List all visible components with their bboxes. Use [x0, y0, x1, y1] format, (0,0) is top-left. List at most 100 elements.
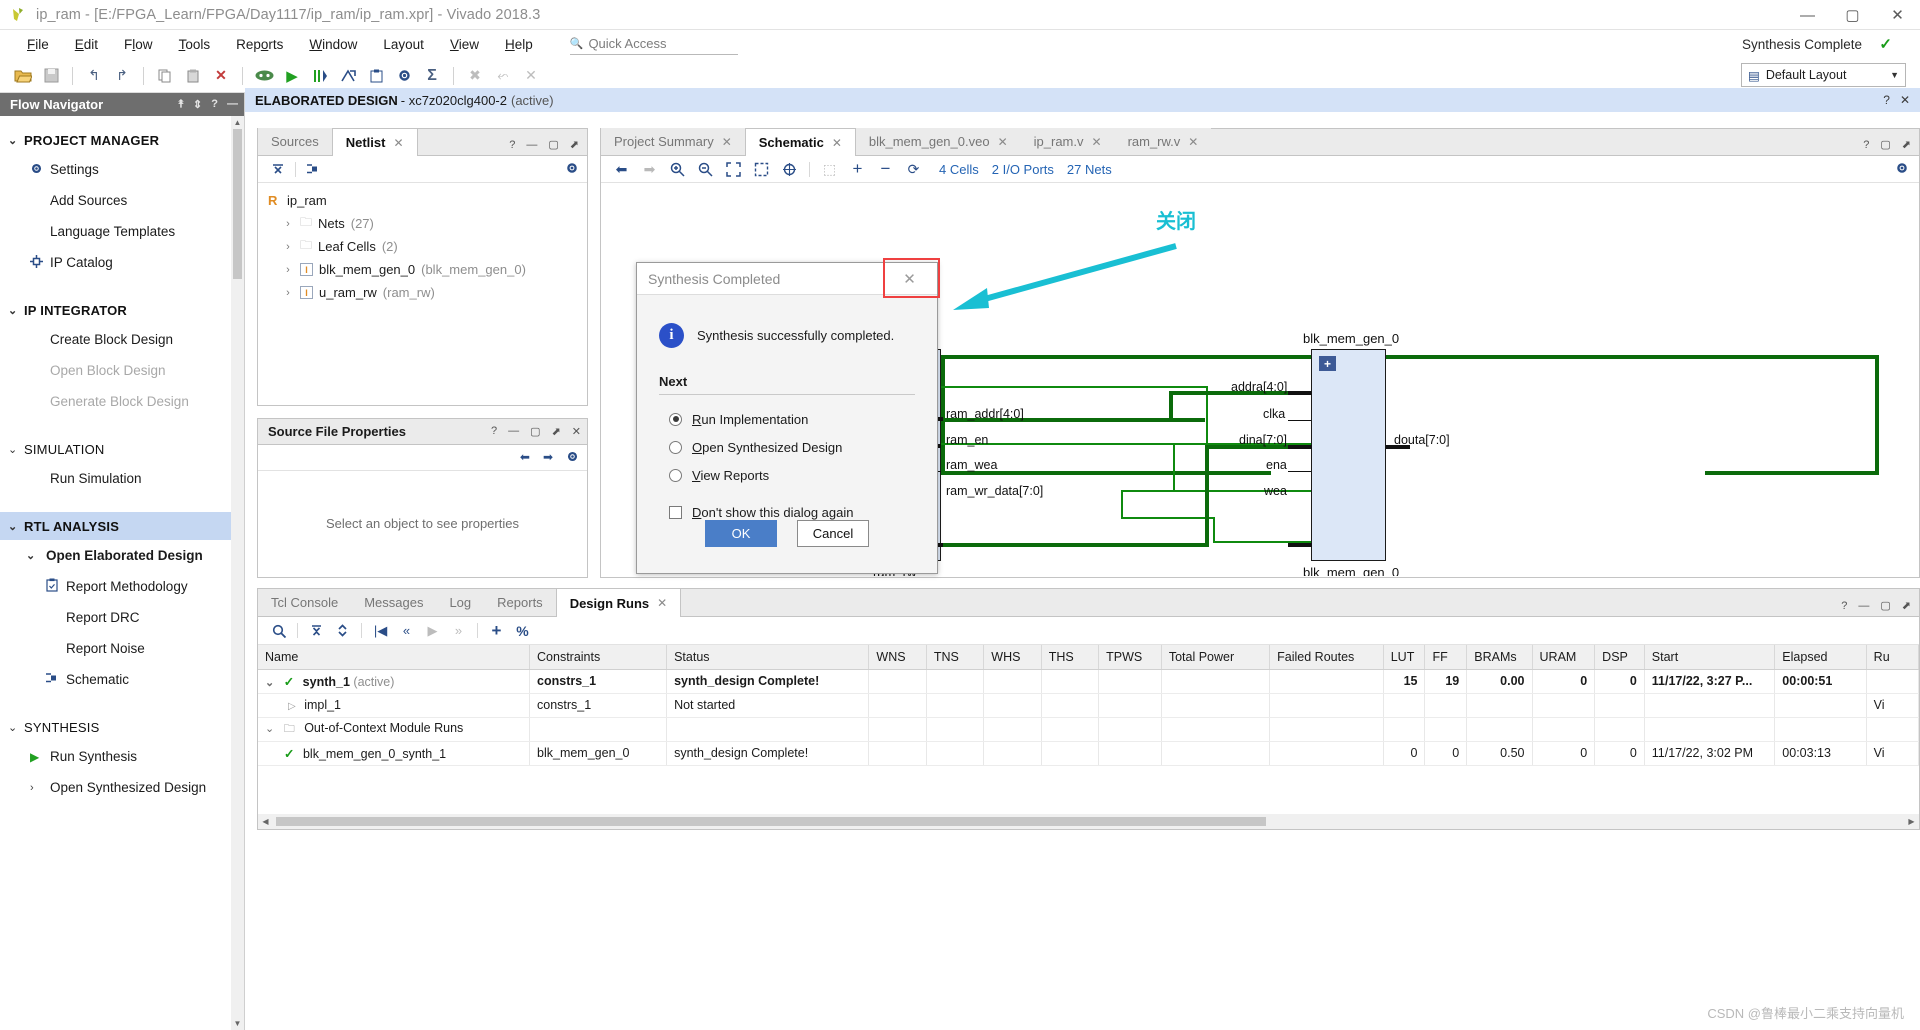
- save-icon[interactable]: [38, 63, 64, 89]
- tree-item-blk-mem-gen-0[interactable]: › I blk_mem_gen_0 (blk_mem_gen_0): [264, 258, 587, 281]
- collapse-all-icon[interactable]: [266, 158, 289, 180]
- gear-icon[interactable]: [1895, 161, 1909, 178]
- next-icon[interactable]: ▶: [420, 620, 445, 642]
- layout-selector[interactable]: ▤ Default Layout ▼: [1741, 63, 1906, 87]
- tab-ram-rw-v[interactable]: ram_rw.v ✕: [1114, 128, 1212, 155]
- tab-log[interactable]: Log: [436, 588, 484, 616]
- minimize-icon[interactable]: —: [526, 139, 537, 151]
- table-row[interactable]: ▷ impl_1 constrs_1 Not started Vi: [258, 693, 1919, 718]
- radio-indicator[interactable]: [669, 440, 682, 454]
- chevron-right-icon[interactable]: ▷: [288, 701, 296, 712]
- maximize-icon[interactable]: ▢: [1880, 599, 1890, 612]
- run-implementation-icon[interactable]: [307, 63, 333, 89]
- marker-c-icon[interactable]: ✕: [518, 63, 544, 89]
- sidebar-item-report-drc[interactable]: Report DRC: [0, 602, 244, 633]
- design-runs-hscrollbar[interactable]: ◀ ▶: [258, 814, 1919, 829]
- menu-tools[interactable]: Tools: [166, 30, 224, 59]
- radio-indicator[interactable]: [669, 412, 682, 426]
- col-start[interactable]: Start: [1644, 645, 1776, 670]
- sidebar-item-run-synthesis[interactable]: ▶ Run Synthesis: [0, 741, 244, 772]
- radio-run-implementation[interactable]: Run Implementation: [659, 405, 915, 433]
- scrollbar-thumb[interactable]: [233, 129, 242, 279]
- float-icon[interactable]: ⬈: [1902, 138, 1911, 151]
- close-icon[interactable]: ✕: [1900, 93, 1910, 107]
- tree-item-nets[interactable]: › 🗀 Nets (27): [264, 212, 587, 235]
- collapse-all-icon[interactable]: [304, 620, 329, 642]
- table-row[interactable]: ⌄ ✓ synth_1 (active) constrs_1 synth_des…: [258, 669, 1919, 694]
- forward-arrow-icon[interactable]: ➡: [637, 158, 662, 180]
- table-row[interactable]: ✓ blk_mem_gen_0_synth_1 blk_mem_gen_0 sy…: [258, 741, 1919, 766]
- marker-b-icon[interactable]: ⬿: [490, 63, 516, 89]
- tab-sources[interactable]: Sources: [258, 128, 332, 155]
- clipboard-icon[interactable]: [363, 63, 389, 89]
- zoom-fit-icon[interactable]: [721, 158, 746, 180]
- open-project-icon[interactable]: [10, 63, 36, 89]
- radio-view-reports[interactable]: View Reports: [659, 461, 915, 489]
- close-icon[interactable]: ✕: [832, 136, 842, 150]
- col-name[interactable]: Name: [258, 645, 531, 670]
- copy-icon[interactable]: [152, 63, 178, 89]
- collapse-all-icon[interactable]: ⯭: [177, 98, 184, 111]
- minimize-icon[interactable]: —: [508, 425, 519, 438]
- sidebar-item-language-templates[interactable]: Language Templates: [0, 216, 244, 247]
- close-icon[interactable]: ✕: [393, 136, 403, 150]
- run-icon[interactable]: ▶: [279, 63, 305, 89]
- menu-layout[interactable]: Layout: [370, 30, 437, 59]
- radio-open-synthesized-design[interactable]: Open Synthesized Design: [659, 433, 915, 461]
- undo-icon[interactable]: ↰: [81, 63, 107, 89]
- first-icon[interactable]: |◀: [368, 620, 393, 642]
- chevron-right-icon[interactable]: ›: [282, 218, 294, 230]
- help-icon[interactable]: ?: [1841, 600, 1847, 612]
- help-icon[interactable]: ?: [1863, 139, 1869, 151]
- run-simulation-icon[interactable]: [251, 63, 277, 89]
- dialog-close-button[interactable]: ✕: [882, 263, 937, 295]
- sidebar-item-generate-block-design[interactable]: Generate Block Design: [0, 386, 244, 417]
- scroll-down-icon[interactable]: ▼: [231, 1017, 244, 1030]
- close-icon[interactable]: ✕: [572, 425, 581, 438]
- tab-messages[interactable]: Messages: [351, 588, 436, 616]
- float-icon[interactable]: ⬈: [570, 138, 579, 151]
- help-icon[interactable]: ?: [491, 425, 497, 438]
- col-dsp[interactable]: DSP: [1594, 645, 1645, 670]
- scroll-right-icon[interactable]: ▶: [1904, 817, 1919, 826]
- float-icon[interactable]: ⬈: [1902, 599, 1911, 612]
- tree-item-root[interactable]: R ip_ram: [264, 189, 587, 212]
- flow-section-ip-integrator[interactable]: ⌄ IP INTEGRATOR: [0, 296, 244, 324]
- minimize-button[interactable]: —: [1785, 0, 1830, 30]
- maximize-icon[interactable]: ▢: [1880, 138, 1890, 151]
- close-icon[interactable]: ✕: [998, 135, 1008, 149]
- menu-edit[interactable]: Edit: [62, 30, 111, 59]
- col-whs[interactable]: WHS: [983, 645, 1042, 670]
- block-blk-mem-gen-0[interactable]: +: [1311, 349, 1386, 561]
- sidebar-item-settings[interactable]: Settings: [0, 154, 244, 185]
- delete-icon[interactable]: ✕: [208, 63, 234, 89]
- back-arrow-icon[interactable]: ⬅: [609, 158, 634, 180]
- tab-reports[interactable]: Reports: [484, 588, 556, 616]
- close-button[interactable]: ✕: [1875, 0, 1920, 30]
- radio-indicator[interactable]: [669, 468, 682, 482]
- tab-project-summary[interactable]: Project Summary ✕: [601, 128, 745, 155]
- col-constraints[interactable]: Constraints: [529, 645, 668, 670]
- checkbox-dont-show-again[interactable]: Don't show this dialog again: [659, 505, 915, 520]
- generate-bitstream-icon[interactable]: [335, 63, 361, 89]
- minimize-icon[interactable]: —: [1858, 600, 1869, 612]
- tree-item-leaf-cells[interactable]: › 🗀 Leaf Cells (2): [264, 235, 587, 258]
- expand-collapse-icon[interactable]: [330, 620, 355, 642]
- expand-icon[interactable]: +: [845, 158, 870, 180]
- paste-icon[interactable]: [180, 63, 206, 89]
- select-area-icon[interactable]: ⬚: [817, 158, 842, 180]
- flow-section-simulation[interactable]: ⌄ SIMULATION: [0, 435, 244, 463]
- prev-icon[interactable]: «: [394, 620, 419, 642]
- scroll-up-icon[interactable]: ▲: [231, 116, 244, 129]
- tab-blk-mem-gen-0-veo[interactable]: blk_mem_gen_0.veo ✕: [855, 128, 1021, 155]
- menu-window[interactable]: Window: [296, 30, 370, 59]
- col-failed-routes[interactable]: Failed Routes: [1269, 645, 1384, 670]
- menu-view[interactable]: View: [437, 30, 492, 59]
- flow-section-project-manager[interactable]: ⌄ PROJECT MANAGER: [0, 126, 244, 154]
- menu-help[interactable]: Help: [492, 30, 546, 59]
- sidebar-item-run-simulation[interactable]: Run Simulation: [0, 463, 244, 494]
- maximize-icon[interactable]: ▢: [530, 425, 540, 438]
- col-wns[interactable]: WNS: [868, 645, 927, 670]
- tree-item-u-ram-rw[interactable]: › I u_ram_rw (ram_rw): [264, 281, 587, 304]
- help-icon[interactable]: ?: [509, 139, 515, 151]
